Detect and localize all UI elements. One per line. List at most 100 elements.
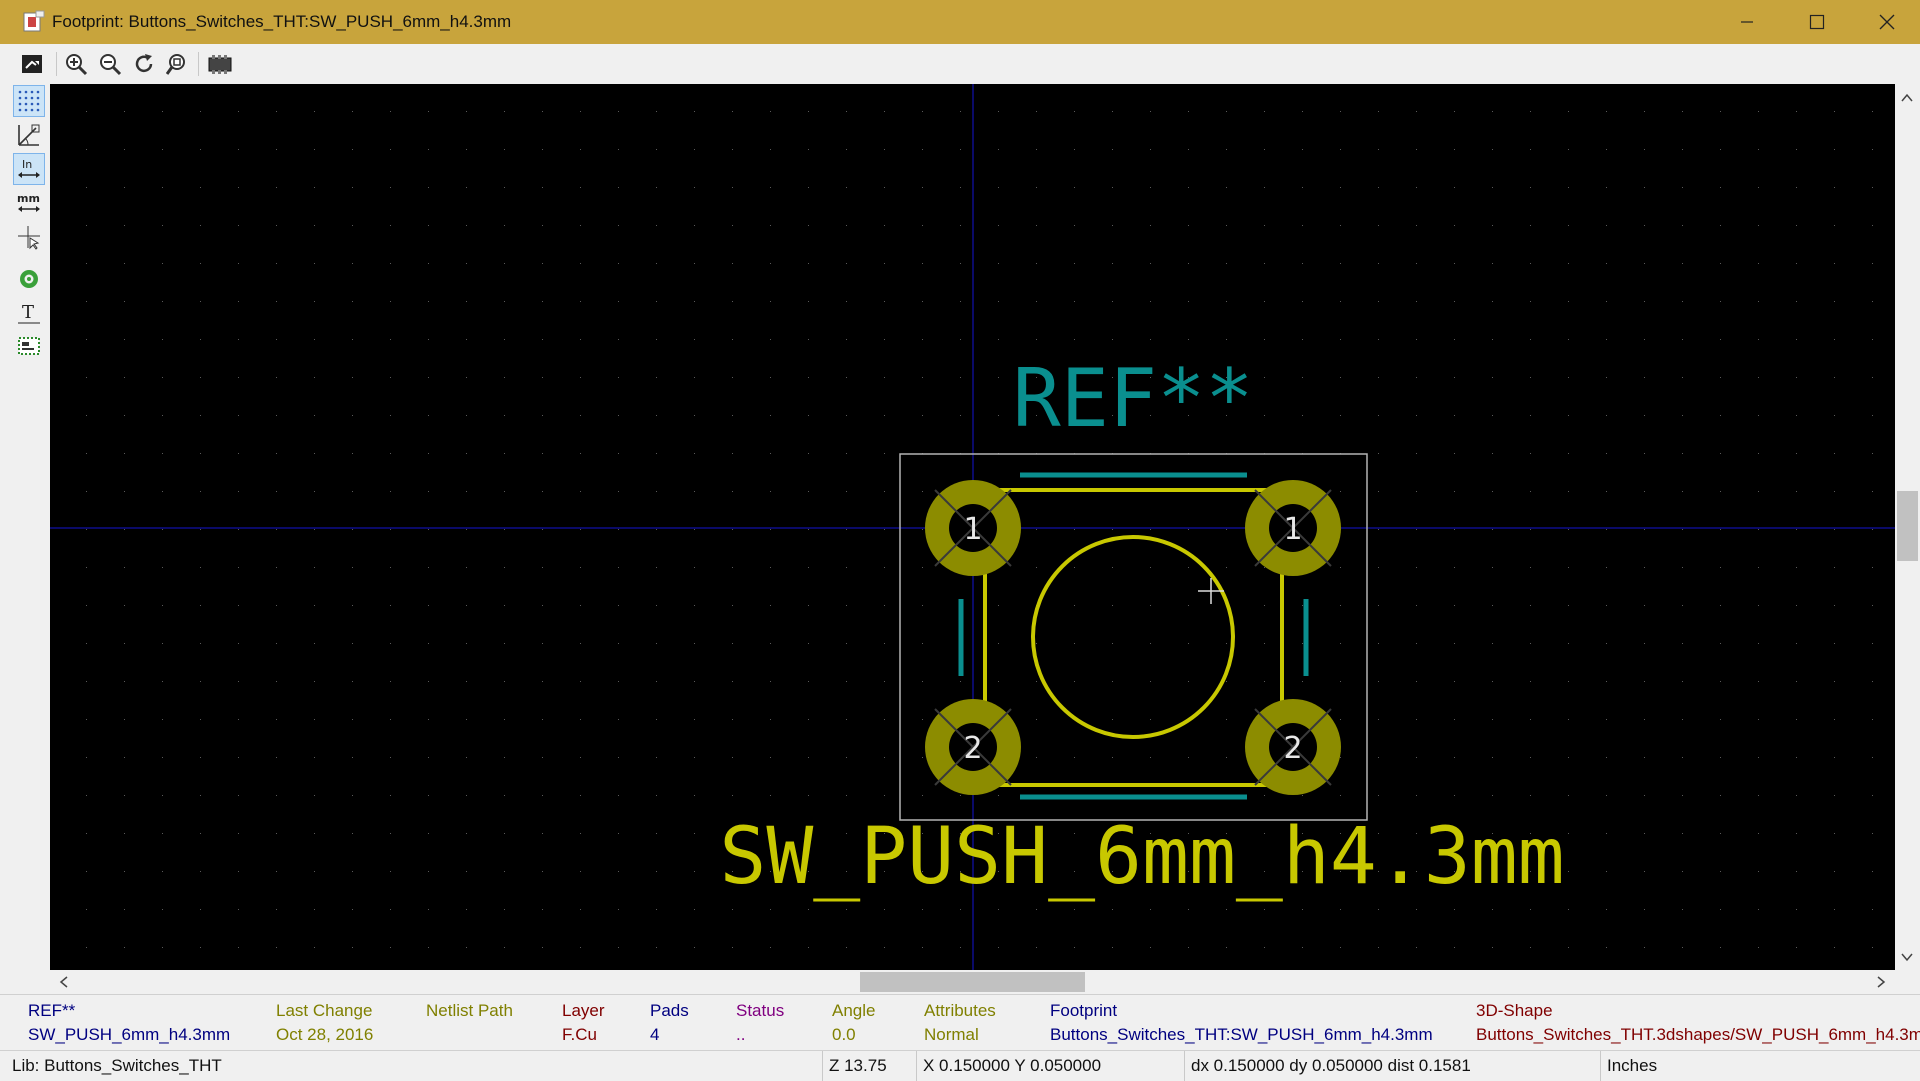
msg-header: 3D-Shape (1476, 1001, 1553, 1020)
pad[interactable]: 2 (1245, 699, 1341, 795)
close-button[interactable] (1852, 0, 1920, 44)
title-bar: Footprint: Buttons_Switches_THT:SW_PUSH_… (0, 0, 1920, 44)
msg-value: SW_PUSH_6mm_h4.3mm (28, 1025, 231, 1044)
msg-column-3d-shape: 3D-Shape Buttons_Switches_THT.3dshapes/S… (1476, 999, 1920, 1047)
zoom-out-button[interactable] (96, 50, 124, 78)
zoom-fit-icon (166, 54, 185, 75)
pad-sketch-button[interactable] (14, 264, 44, 294)
msg-value: Oct 28, 2016 (276, 1025, 374, 1044)
maximize-button[interactable] (1782, 0, 1852, 44)
horizontal-scroll-thumb[interactable] (860, 972, 1085, 992)
maximize-icon (1809, 14, 1825, 30)
msg-value: .. (736, 1025, 746, 1044)
msg-header: Layer (562, 1001, 605, 1020)
msg-column-status: Status .. (736, 999, 784, 1047)
msg-header: Pads (650, 1001, 689, 1020)
zoom-out-icon (100, 54, 122, 76)
msg-column-pads: Pads 4 (650, 999, 689, 1047)
close-icon (1879, 14, 1895, 30)
horizontal-scrollbar[interactable] (50, 970, 1895, 994)
pad[interactable]: 2 (925, 699, 1021, 795)
pad-number: 2 (1283, 731, 1302, 766)
scroll-down-icon[interactable] (1901, 953, 1913, 962)
units-mm-button[interactable]: mm (14, 188, 44, 218)
svg-text:In: In (22, 158, 32, 171)
3d-viewer-button[interactable] (206, 50, 234, 78)
zoom-in-icon (66, 54, 88, 76)
3d-viewer-icon (208, 55, 232, 74)
vertical-scroll-thumb[interactable] (1897, 491, 1918, 561)
msg-value: Normal (924, 1025, 979, 1044)
status-units: Inches (1600, 1051, 1920, 1081)
msg-column-attributes: Attributes Normal (924, 999, 996, 1047)
edge-sketch-button[interactable] (14, 332, 44, 362)
pad[interactable]: 1 (1245, 480, 1341, 576)
scroll-up-icon[interactable] (1901, 93, 1913, 102)
msg-column-reference: REF** SW_PUSH_6mm_h4.3mm (28, 999, 230, 1047)
msg-header: Attributes (924, 1001, 996, 1020)
pad-number: 2 (963, 731, 982, 766)
msg-header: REF** (28, 1001, 76, 1020)
vertical-scrollbar[interactable] (1895, 84, 1920, 970)
cursor-shape-button[interactable] (14, 222, 44, 252)
msg-header: Angle (832, 1001, 876, 1020)
scrollbar-corner (1895, 970, 1920, 994)
message-panel: REF** SW_PUSH_6mm_h4.3mm Last Change Oct… (0, 994, 1920, 1051)
pad[interactable]: 1 (925, 480, 1021, 576)
msg-value: 4 (650, 1025, 660, 1044)
kicad-footprint-viewer-icon (23, 10, 45, 32)
status-zoom: Z 13.75 (822, 1051, 918, 1081)
pcb-canvas[interactable]: 1 1 2 2 REF** SW_PUSH_6mm_h4.3mm (50, 84, 1895, 970)
units-inch-button[interactable]: In (13, 153, 45, 185)
left-toolbar: In mm T (0, 84, 51, 994)
pad-sketch-icon (20, 270, 38, 288)
msg-value: F.Cu (562, 1025, 597, 1044)
status-library: Lib: Buttons_Switches_THT (12, 1056, 222, 1075)
reference-text[interactable]: REF** (1013, 352, 1254, 445)
msg-value (426, 1023, 513, 1047)
window-title: Footprint: Buttons_Switches_THT:SW_PUSH_… (52, 12, 512, 31)
units-mm-icon: mm (17, 192, 40, 212)
edge-sketch-icon (18, 337, 40, 355)
polar-coords-icon (18, 124, 40, 146)
msg-header: Footprint (1050, 1001, 1118, 1020)
msg-header: Netlist Path (426, 1001, 513, 1020)
units-inch-icon: In (18, 158, 40, 178)
scroll-left-icon[interactable] (59, 976, 68, 988)
zoom-fit-button[interactable] (164, 50, 192, 78)
msg-value: Buttons_Switches_THT:SW_PUSH_6mm_h4.3mm (1050, 1025, 1433, 1044)
cursor-shape-icon (18, 226, 40, 250)
scroll-right-icon[interactable] (1877, 976, 1886, 988)
msg-column-layer: Layer F.Cu (562, 999, 605, 1047)
msg-column-netlist-path: Netlist Path (426, 999, 513, 1047)
text-sketch-button[interactable]: T (14, 298, 44, 328)
msg-column-angle: Angle 0.0 (832, 999, 875, 1047)
grid-icon (18, 90, 40, 112)
msg-column-footprint: Footprint Buttons_Switches_THT:SW_PUSH_6… (1050, 999, 1433, 1047)
polar-coords-button[interactable] (14, 120, 44, 150)
minimize-icon (1741, 21, 1753, 23)
export-to-pcb-icon (22, 55, 42, 73)
pad-number: 1 (963, 512, 982, 547)
grid-toggle-button[interactable] (13, 85, 45, 117)
redraw-icon (135, 54, 153, 73)
msg-header: Last Change (276, 1001, 373, 1020)
value-text[interactable]: SW_PUSH_6mm_h4.3mm (719, 812, 1564, 902)
msg-value: 0.0 (832, 1025, 856, 1044)
msg-header: Status (736, 1001, 785, 1020)
minimize-button[interactable] (1712, 0, 1782, 44)
redraw-button[interactable] (130, 50, 158, 78)
zoom-in-button[interactable] (62, 50, 90, 78)
main-toolbar (0, 44, 1920, 85)
msg-value: Buttons_Switches_THT.3dshapes/SW_PUSH_6m… (1476, 1025, 1920, 1044)
pad-number: 1 (1283, 512, 1302, 547)
status-coordinates: X 0.150000 Y 0.050000 (916, 1051, 1186, 1081)
footprint-drawing: 1 1 2 2 REF** SW_PUSH_6mm_h4.3mm (50, 84, 1895, 970)
msg-column-last-change: Last Change Oct 28, 2016 (276, 999, 373, 1047)
svg-text:mm: mm (17, 192, 40, 205)
export-to-pcb-button[interactable] (18, 50, 46, 78)
text-sketch-icon: T (18, 302, 40, 324)
status-delta: dx 0.150000 dy 0.050000 dist 0.1581 (1184, 1051, 1600, 1081)
svg-text:T: T (22, 302, 34, 323)
status-bar: Lib: Buttons_Switches_THT Z 13.75 X 0.15… (0, 1050, 1920, 1081)
